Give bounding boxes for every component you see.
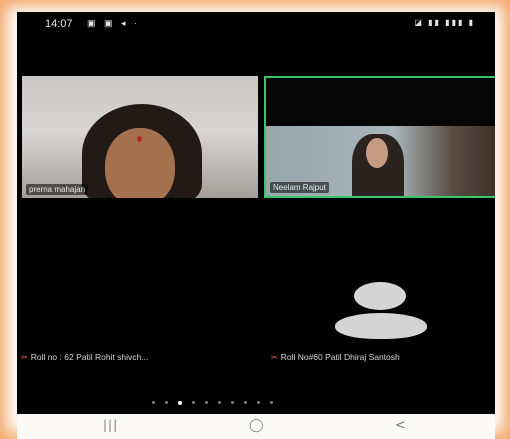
home-icon[interactable]: ◯	[249, 418, 264, 433]
video-background-top	[266, 78, 495, 126]
video-person-face	[366, 138, 388, 168]
notification-icons: ▣ ▣ ◂ ·	[87, 18, 141, 28]
page-dot[interactable]	[231, 401, 234, 404]
participant-name: Roll no : 62 Patil Rohit shivch...	[30, 352, 149, 362]
page-dot[interactable]	[257, 401, 260, 404]
participant-label-dhiraj[interactable]: ✂ Roll No#60 Patil Dhiraj Santosh	[271, 352, 400, 362]
avatar-placeholder-head	[354, 282, 406, 310]
signal-battery-icons: ◪ ▮▮ ▮▮▮ ▮	[414, 18, 475, 27]
system-nav-bar: ||| ◯ <	[17, 414, 495, 439]
page-dot[interactable]	[270, 401, 273, 404]
participant-name: Roll No#60 Patil Dhiraj Santosh	[280, 352, 400, 362]
page-dot[interactable]	[192, 401, 195, 404]
page-dot[interactable]	[152, 401, 155, 404]
mic-muted-icon: ✂	[271, 353, 278, 362]
page-dot[interactable]	[244, 401, 247, 404]
mic-muted-icon: ✂	[21, 353, 28, 362]
page-indicator[interactable]	[152, 401, 283, 407]
page-dot[interactable]	[218, 401, 221, 404]
video-tile-neelam[interactable]: Neelam Rajput	[264, 76, 495, 198]
avatar-placeholder-body	[335, 313, 427, 339]
status-bar: 14:07 ▣ ▣ ◂ · ◪ ▮▮ ▮▮▮ ▮	[17, 12, 495, 36]
recents-icon[interactable]: |||	[103, 418, 118, 432]
back-icon[interactable]: <	[395, 418, 406, 433]
status-time: 14:07	[45, 18, 73, 30]
meeting-screen: 14:07 ▣ ▣ ◂ · ◪ ▮▮ ▮▮▮ ▮ prerna mahajan …	[17, 12, 495, 414]
video-person-bindi	[137, 136, 142, 142]
page-dot[interactable]	[165, 401, 168, 404]
participant-name-tag: Neelam Rajput	[270, 182, 329, 193]
page-dot-active[interactable]	[178, 401, 182, 405]
participant-label-rohit[interactable]: ✂ Roll no : 62 Patil Rohit shivch...	[21, 352, 148, 362]
video-tile-prerna[interactable]: prerna mahajan	[22, 76, 258, 198]
page-dot[interactable]	[205, 401, 208, 404]
participant-name-tag: prerna mahajan	[26, 184, 89, 195]
screenshot-frame: 14:07 ▣ ▣ ◂ · ◪ ▮▮ ▮▮▮ ▮ prerna mahajan …	[0, 0, 510, 439]
